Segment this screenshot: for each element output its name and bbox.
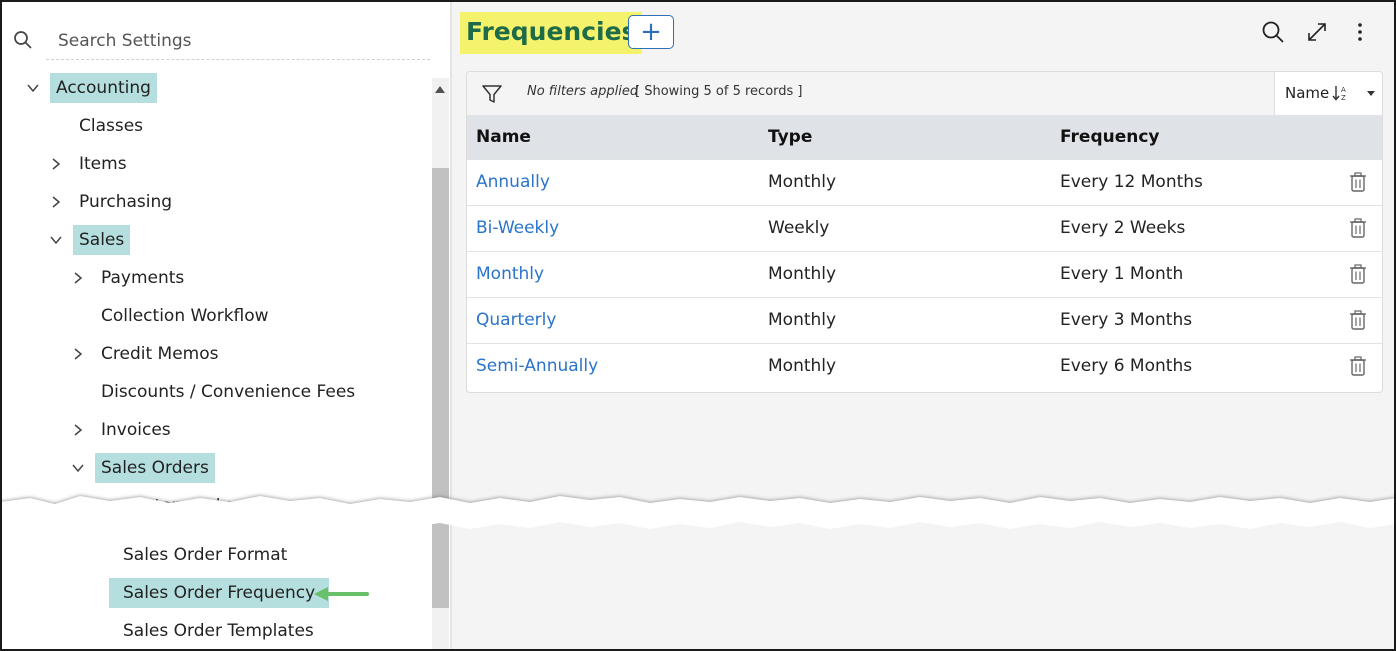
tree-item-classes[interactable]: Classes [73,111,149,141]
sort-dropdown[interactable]: Name AZ [1274,72,1382,115]
tree-item-label: Accounting [50,73,157,103]
tree-item-label: Sales Orders [95,453,215,483]
chevron-right-icon[interactable] [49,195,63,209]
tree-item-collection-workflow[interactable]: Collection Workflow [95,301,275,331]
tree-item-label: Purchasing [79,192,173,212]
annotation-arrow-icon [314,587,369,601]
record-count: [ Showing 5 of 5 records ] [635,84,803,99]
scroll-up-icon[interactable] [435,86,445,93]
frequency-value: Every 2 Weeks [1060,218,1186,238]
chevron-down-icon[interactable] [71,461,85,475]
tree-item-label: Payments [101,268,185,288]
tree-item-sales-order-templates[interactable]: Sales Order Templates [117,616,320,646]
chevron-down-icon[interactable] [26,81,40,95]
table-row: Bi-Weekly Weekly Every 2 Weeks [467,205,1382,251]
frequencies-panel: No filters applied [ Showing 5 of 5 reco… [466,71,1383,393]
frequency-name-link[interactable]: Semi-Annually [476,356,598,376]
chevron-right-icon[interactable] [71,271,85,285]
search-input[interactable] [46,22,430,60]
main-content: Frequencies + No filters applied [ Showi… [452,0,1396,651]
frequency-value: Every 12 Months [1060,172,1203,192]
tree-item-label: Sales Order Templates [123,621,314,641]
sort-ascending-icon: AZ [1332,84,1350,102]
frequency-name-link[interactable]: Monthly [476,264,544,284]
tree-item-discounts[interactable]: Discounts / Convenience Fees [95,377,361,407]
frequency-type: Monthly [768,310,837,330]
tree-item-label: Sales Order Format [123,545,288,565]
table-row: Annually Monthly Every 12 Months [467,159,1382,205]
frequency-type: Monthly [768,356,837,376]
tree-item-label: Classes [79,116,144,136]
chevron-right-icon[interactable] [49,157,63,171]
filter-icon[interactable] [481,83,503,105]
chevron-right-icon[interactable] [71,347,85,361]
column-header-name[interactable]: Name [476,127,531,147]
tree-item-sales-order-frequency[interactable]: Sales Order Frequency [109,578,330,608]
sidebar-scrollbar[interactable] [432,78,449,651]
tree-item-invoices[interactable]: Invoices [74,415,177,445]
frequency-name-link[interactable]: Bi-Weekly [476,218,559,238]
table-row: Monthly Monthly Every 1 Month [467,251,1382,297]
frequency-type: Monthly [768,264,837,284]
column-header-frequency[interactable]: Frequency [1060,127,1160,147]
tree-item-purchasing[interactable]: Purchasing [52,187,178,217]
trash-icon[interactable] [1349,310,1367,330]
page-title: Frequencies [460,12,643,54]
more-options-icon[interactable] [1347,19,1373,45]
frequency-value: Every 1 Month [1060,264,1184,284]
trash-icon[interactable] [1349,218,1367,238]
frequency-value: Every 6 Months [1060,356,1193,376]
tree-item-payments[interactable]: Payments [74,263,190,293]
expand-icon[interactable] [1304,19,1330,45]
filter-status: No filters applied [527,84,639,99]
trash-icon[interactable] [1349,264,1367,284]
tree-item-label: Discounts / Convenience Fees [101,382,356,402]
tree-item-accounting[interactable]: Accounting [27,73,157,103]
add-frequency-button[interactable]: + [628,15,674,49]
chevron-down-icon [1367,91,1375,96]
svg-text:Z: Z [1341,94,1346,102]
tree-item-credit-memos[interactable]: Credit Memos [74,339,224,369]
frequency-name-link[interactable]: Quarterly [476,310,556,330]
tree-item-label: Invoices [101,420,171,440]
tree-item-sales-order-format[interactable]: Sales Order Format [117,540,293,570]
chevron-down-icon[interactable] [49,233,63,247]
table-row: Semi-Annually Monthly Every 6 Months [467,343,1382,389]
table-header: Name Type Frequency [467,115,1382,159]
tree-item-label: Sales Order Frequency [109,578,330,608]
trash-icon[interactable] [1349,356,1367,376]
chevron-right-icon[interactable] [71,423,85,437]
frequency-name-link[interactable]: Annually [476,172,550,192]
settings-sidebar: Accounting Classes Items Purchasing Sale… [0,0,450,651]
scrollbar-thumb[interactable] [432,168,449,608]
torn-edge-divider [0,496,1396,529]
search-icon [13,30,33,50]
search-row [0,18,430,62]
frequency-value: Every 3 Months [1060,310,1193,330]
tree-item-items[interactable]: Items [52,149,133,179]
table-row: Quarterly Monthly Every 3 Months [467,297,1382,343]
tree-item-label: Credit Memos [101,344,219,364]
trash-icon[interactable] [1349,172,1367,192]
svg-text:A: A [1341,86,1346,94]
tree-item-label: Collection Workflow [101,306,269,326]
sort-label: Name [1285,84,1330,102]
tree-item-sales[interactable]: Sales [50,225,131,255]
frequency-type: Monthly [768,172,837,192]
filter-bar: No filters applied [ Showing 5 of 5 reco… [467,72,1382,115]
tree-item-sales-orders[interactable]: Sales Orders [72,453,215,483]
tree-item-label: Sales [73,225,131,255]
column-header-type[interactable]: Type [768,127,812,147]
frequency-type: Weekly [768,218,830,238]
tree-item-label: Items [79,154,127,174]
search-icon[interactable] [1260,19,1286,45]
